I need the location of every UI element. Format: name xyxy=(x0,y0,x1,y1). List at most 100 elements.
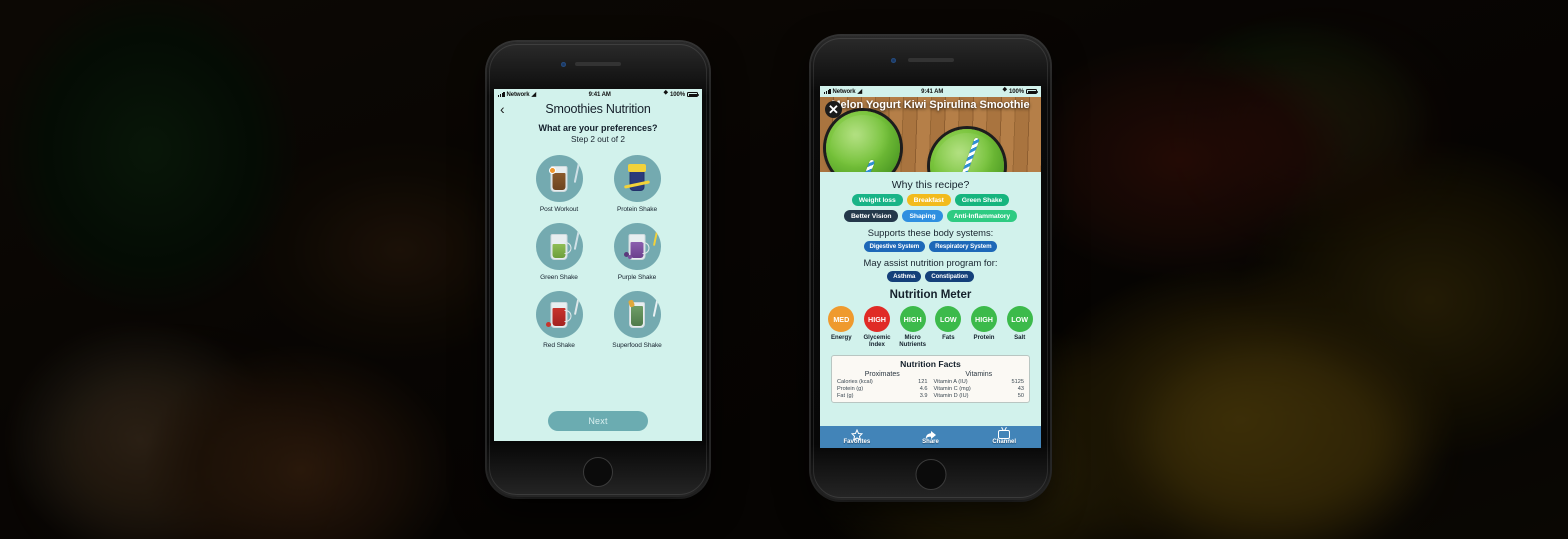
home-button[interactable] xyxy=(583,457,613,487)
nutrition-meters: MED Energy HIGH Glycemic Index HIGH Micr… xyxy=(825,306,1036,348)
nutrient-name: Vitamin C (mg) xyxy=(933,386,971,392)
option-post-workout[interactable]: Post Workout xyxy=(520,155,598,213)
nutrient-value: 43 xyxy=(1017,386,1024,392)
screen-right: Network ◢ 9:41 AM ⯁ 100% Melon Yogurt Ki… xyxy=(820,86,1041,448)
page-title: Smoothies Nutrition xyxy=(545,102,651,116)
nutrition-program-heading: May assist nutrition program for: xyxy=(863,257,998,268)
earpiece-speaker xyxy=(575,62,621,66)
proximates-column: Proximates Calories (kcal) 121 Protein (… xyxy=(837,371,928,400)
tag-green-shake[interactable]: Green Shake xyxy=(954,194,1010,206)
meter-label: Energy xyxy=(830,334,852,341)
meter-label: Fats xyxy=(942,334,955,341)
nutrient-value: 4.6 xyxy=(919,386,928,392)
tag-digestive-system[interactable]: Digestive System xyxy=(863,241,926,252)
tab-share[interactable]: Share xyxy=(894,429,968,445)
meter-protein: HIGH Protein xyxy=(968,306,1001,348)
front-camera xyxy=(891,58,896,63)
preferences-question: What are your preferences? xyxy=(538,123,658,133)
home-button[interactable] xyxy=(915,459,946,490)
background-photo xyxy=(0,0,1568,539)
meter-salt: LOW Salt xyxy=(1003,306,1036,348)
tag-asthma[interactable]: Asthma xyxy=(887,271,922,282)
step-indicator: Step 2 out of 2 xyxy=(571,134,625,144)
superfood-smoothie-icon xyxy=(613,291,661,338)
screen-left: Network ◢ 9:41 AM ⯁ 100% ‹ Smoothies Nut… xyxy=(494,89,702,441)
meter-value: MED xyxy=(828,306,855,332)
tag-constipation[interactable]: Constipation xyxy=(925,271,974,282)
red-smoothie-icon xyxy=(535,291,583,338)
next-button-container: Next xyxy=(494,411,702,431)
close-x-icon[interactable]: ✕ xyxy=(825,101,842,118)
status-bar-right: Network ◢ 9:41 AM ⯁ 100% xyxy=(820,86,1041,97)
tab-label: Channel xyxy=(992,439,1017,445)
table-row: Vitamin C (mg) 43 xyxy=(934,386,1025,393)
nutrient-value: 121 xyxy=(918,379,928,385)
option-green-shake[interactable]: Green Shake xyxy=(520,223,598,281)
protein-shaker-icon xyxy=(613,155,661,202)
tag-weight-loss[interactable]: Weight loss xyxy=(851,194,903,206)
why-recipe-heading: Why this recipe? xyxy=(891,179,970,191)
meter-value: LOW xyxy=(935,306,962,332)
bottom-tab-bar: Favorites Share Channel xyxy=(820,426,1041,448)
smoothie-glass-icon xyxy=(535,155,583,202)
table-row: Protein (g) 4.6 xyxy=(837,386,928,393)
nutrient-name: Vitamin D (IU) xyxy=(933,393,969,399)
tag-respiratory-system[interactable]: Respiratory System xyxy=(929,241,998,252)
meter-label: Salt xyxy=(1014,334,1026,341)
tag-better-vision[interactable]: Better Vision xyxy=(843,210,899,222)
status-bar-left: Network ◢ 9:41 AM ⯁ 100% xyxy=(494,89,702,100)
wifi-icon: ◢ xyxy=(531,92,537,98)
wifi-icon: ◢ xyxy=(857,89,863,95)
option-protein-shake[interactable]: Protein Shake xyxy=(598,155,676,213)
meter-value: HIGH xyxy=(971,306,997,332)
battery-icon xyxy=(687,92,699,97)
green-smoothie-icon xyxy=(535,223,583,270)
tab-label: Share xyxy=(922,439,939,445)
recipe-title: Melon Yogurt Kiwi Spirulina Smoothie xyxy=(831,99,1030,111)
phone-left: Network ◢ 9:41 AM ⯁ 100% ‹ Smoothies Nut… xyxy=(487,42,709,497)
nutrition-facts-card: Nutrition Facts Proximates Calories (kca… xyxy=(831,355,1030,403)
clock-label: 9:41 AM xyxy=(588,91,611,98)
nutrient-name: Vitamin A (IU) xyxy=(933,379,968,385)
nutrient-value: 50 xyxy=(1017,393,1024,399)
meter-glycemic-index: HIGH Glycemic Index xyxy=(861,306,894,348)
body-systems-heading: Supports these body systems: xyxy=(867,227,994,238)
option-label: Protein Shake xyxy=(616,206,658,213)
meter-value: HIGH xyxy=(899,306,926,332)
carrier-label: Network xyxy=(832,88,856,95)
tab-favorites[interactable]: Favorites xyxy=(820,428,894,445)
nutrient-value: 3.9 xyxy=(919,393,928,399)
front-camera xyxy=(561,62,566,67)
option-label: Purple Shake xyxy=(617,274,657,281)
recipe-hero-image: Melon Yogurt Kiwi Spirulina Smoothie ✕ xyxy=(820,97,1041,172)
option-purple-shake[interactable]: Purple Shake xyxy=(598,223,676,281)
phone-right: Network ◢ 9:41 AM ⯁ 100% Melon Yogurt Ki… xyxy=(811,36,1050,500)
tag-breakfast[interactable]: Breakfast xyxy=(906,194,951,206)
body-systems-row: Digestive System Respiratory System xyxy=(825,241,1036,252)
nav-bar-left: ‹ Smoothies Nutrition xyxy=(494,100,702,119)
meter-energy: MED Energy xyxy=(825,306,858,348)
clock-label: 9:41 AM xyxy=(921,88,944,95)
tab-channel[interactable]: Channel xyxy=(967,429,1041,445)
meter-micro-nutrients: HIGH Micro Nutrients xyxy=(896,306,929,348)
nutrient-name: Fat (g) xyxy=(837,393,854,399)
options-grid: Post Workout Protein Shake Green Shake P… xyxy=(494,155,702,349)
meter-label: Protein xyxy=(973,334,995,341)
carrier-label: Network xyxy=(506,91,530,98)
option-label: Red Shake xyxy=(543,342,575,349)
table-row: Vitamin A (IU) 5125 xyxy=(934,379,1025,386)
signal-icon xyxy=(498,92,505,97)
nutrition-program-row: Asthma Constipation xyxy=(825,271,1036,282)
meter-value: LOW xyxy=(1006,306,1033,332)
why-tags-row-1: Weight loss Breakfast Green Shake xyxy=(825,194,1036,206)
meter-label: Glycemic Index xyxy=(863,334,891,348)
next-button[interactable]: Next xyxy=(548,411,648,431)
tag-anti-inflammatory[interactable]: Anti-Inflammatory xyxy=(946,210,1018,222)
option-superfood-shake[interactable]: Superfood Shake xyxy=(598,291,676,349)
vitamins-column: Vitamins Vitamin A (IU) 5125 Vitamin C (… xyxy=(934,371,1025,400)
nutrient-name: Calories (kcal) xyxy=(837,379,873,385)
battery-icon xyxy=(1026,89,1038,94)
background-dark-overlay xyxy=(0,0,1568,539)
option-red-shake[interactable]: Red Shake xyxy=(520,291,598,349)
tag-shaping[interactable]: Shaping xyxy=(902,210,943,222)
